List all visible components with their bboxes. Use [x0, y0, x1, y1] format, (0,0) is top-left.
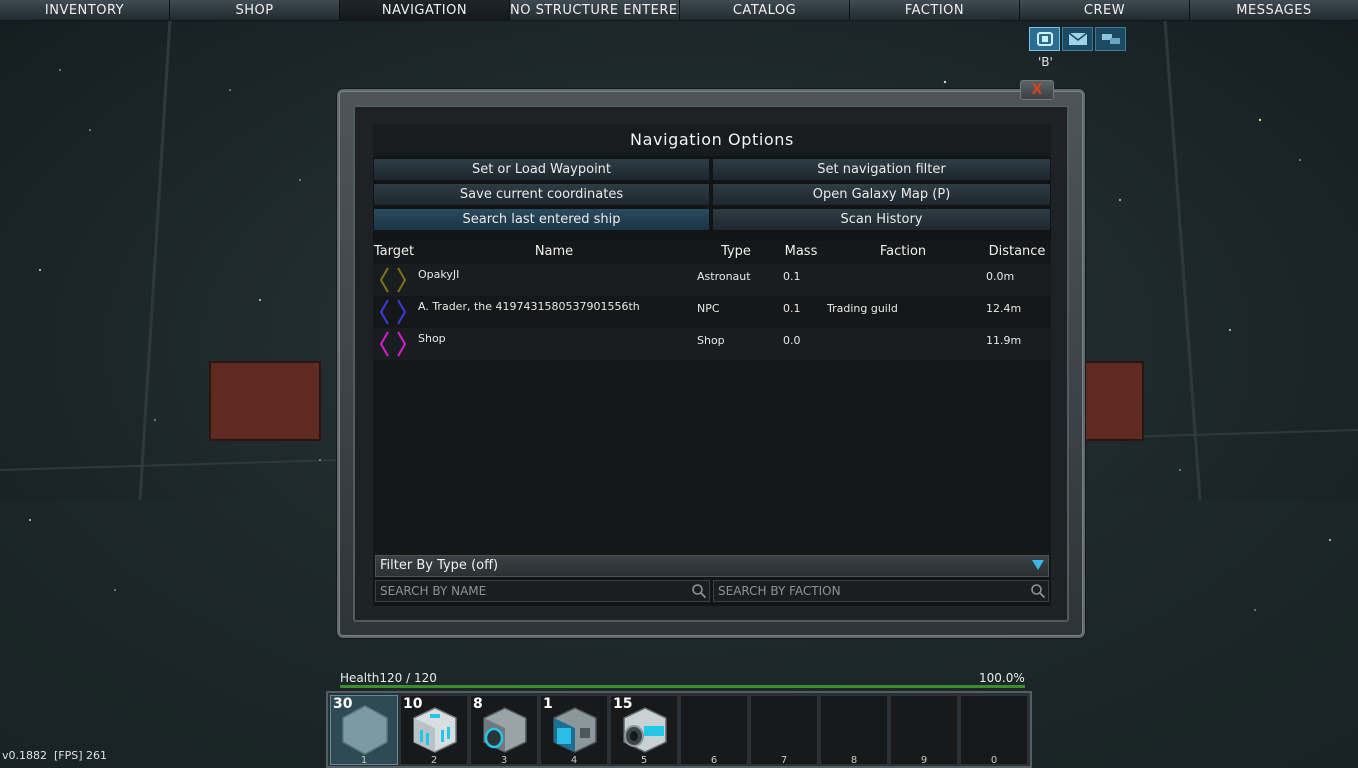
chat-button[interactable]	[1029, 27, 1060, 51]
health-bar-fill	[340, 685, 1025, 688]
set-navigation-filter-button[interactable]: Set navigation filter	[712, 158, 1051, 181]
table-row[interactable]: Shop Shop 0.0 11.9m	[373, 328, 1051, 360]
mail-button[interactable]	[1062, 27, 1093, 51]
column-header-type[interactable]: Type	[693, 243, 779, 261]
search-by-name-input[interactable]	[376, 581, 709, 601]
hotbar-slot-4[interactable]: 1 4	[540, 695, 608, 766]
transfer-icon	[1101, 34, 1120, 44]
slot-count: 15	[613, 696, 633, 712]
row-mass: 0.1	[783, 270, 801, 283]
hotbar-slot-7[interactable]: 7	[750, 695, 818, 766]
slot-number: 1	[360, 755, 368, 766]
panel-title: Navigation Options	[373, 124, 1051, 156]
tab-faction[interactable]: FACTION	[850, 0, 1020, 21]
row-distance: 11.9m	[986, 334, 1022, 347]
dropdown-arrow-icon	[1032, 560, 1044, 570]
row-name: Shop	[418, 332, 446, 345]
slot-number: 0	[990, 755, 998, 766]
hotbar: 30 1 10 2 8 3 1 4 15 5 6 7 8 9 0	[326, 691, 1032, 768]
version-label: v0.1882	[2, 749, 47, 762]
hotbar-slot-9[interactable]: 9	[890, 695, 958, 766]
hotbar-slot-5[interactable]: 15 5	[610, 695, 678, 766]
row-mass: 0.0	[783, 334, 801, 347]
search-by-faction-field	[713, 580, 1049, 602]
filter-label: Filter By Type (off)	[380, 558, 499, 573]
search-last-ship-button[interactable]: Search last entered ship	[373, 208, 710, 231]
column-header-faction[interactable]: Faction	[823, 243, 983, 261]
slot-count: 30	[333, 696, 353, 712]
version-fps-readout: v0.1882 [FPS] 261	[2, 749, 107, 762]
set-load-waypoint-button[interactable]: Set or Load Waypoint	[373, 158, 710, 181]
row-mass: 0.1	[783, 302, 801, 315]
column-header-name[interactable]: Name	[415, 243, 693, 261]
close-button[interactable]: X	[1020, 80, 1054, 100]
search-by-faction-input[interactable]	[714, 581, 1048, 601]
quick-icon-hint: 'B'	[1038, 55, 1053, 69]
column-header-target[interactable]: Target	[373, 243, 415, 261]
row-type: Shop	[697, 334, 725, 347]
tab-structure[interactable]: NO STRUCTURE ENTERED	[510, 0, 680, 21]
save-coordinates-button[interactable]: Save current coordinates	[373, 183, 710, 206]
transfer-button[interactable]	[1095, 27, 1126, 51]
slot-count: 1	[543, 696, 553, 712]
slot-count: 8	[473, 696, 483, 712]
search-icon[interactable]	[1030, 583, 1046, 599]
tab-navigation[interactable]: NAVIGATION	[340, 0, 510, 21]
scan-history-button[interactable]: Scan History	[712, 208, 1051, 231]
row-name: OpakyJI	[418, 268, 460, 281]
search-icon[interactable]	[691, 583, 707, 599]
slot-number: 9	[920, 755, 928, 766]
filter-type-dropdown[interactable]: Filter By Type (off)	[375, 555, 1049, 577]
target-bracket-icon	[379, 299, 407, 325]
column-header-mass[interactable]: Mass	[779, 243, 823, 261]
open-galaxy-map-button[interactable]: Open Galaxy Map (P)	[712, 183, 1051, 206]
health-percent: 100.0%	[979, 671, 1025, 685]
slot-number: 2	[430, 755, 438, 766]
slot-count: 10	[403, 696, 423, 712]
tab-catalog[interactable]: CATALOG	[680, 0, 850, 21]
tab-shop[interactable]: SHOP	[170, 0, 340, 21]
hotbar-slot-2[interactable]: 10 2	[400, 695, 468, 766]
row-type: NPC	[697, 302, 720, 315]
thruster-block-icon	[483, 707, 527, 753]
chat-icon	[1036, 32, 1053, 46]
hotbar-slot-8[interactable]: 8	[820, 695, 888, 766]
slot-number: 8	[850, 755, 858, 766]
row-distance: 12.4m	[986, 302, 1022, 315]
tab-messages[interactable]: MESSAGES	[1190, 0, 1358, 21]
slot-number: 4	[570, 755, 578, 766]
target-bracket-icon	[379, 331, 407, 357]
slot-number: 7	[780, 755, 788, 766]
row-name: A. Trader, the 4197431580537901556th	[418, 300, 640, 313]
row-faction: Trading guild	[827, 302, 898, 315]
tab-crew[interactable]: CREW	[1020, 0, 1190, 21]
search-by-name-field	[375, 580, 710, 602]
row-distance: 0.0m	[986, 270, 1015, 283]
row-type: Astronaut	[697, 270, 751, 283]
slot-number: 3	[500, 755, 508, 766]
health-bar	[340, 685, 1025, 688]
quick-icons	[1029, 27, 1126, 51]
tab-inventory[interactable]: INVENTORY	[0, 0, 170, 21]
fps-label: [FPS] 261	[54, 749, 108, 762]
table-row[interactable]: OpakyJI Astronaut 0.1 0.0m	[373, 264, 1051, 296]
core-block-icon	[553, 707, 597, 753]
table-row[interactable]: A. Trader, the 4197431580537901556th NPC…	[373, 296, 1051, 328]
slot-number: 5	[640, 755, 648, 766]
slot-number: 6	[710, 755, 718, 766]
mail-icon	[1068, 32, 1087, 45]
main-menu-bar: INVENTORY SHOP NAVIGATION NO STRUCTURE E…	[0, 0, 1358, 22]
health-label: Health120 / 120	[340, 671, 437, 685]
hotbar-slot-6[interactable]: 6	[680, 695, 748, 766]
navigation-content: Navigation Options Set or Load Waypoint …	[373, 124, 1051, 606]
hotbar-slot-1[interactable]: 30 1	[330, 695, 398, 766]
target-bracket-icon	[379, 267, 407, 293]
hotbar-slot-3[interactable]: 8 3	[470, 695, 538, 766]
hotbar-slot-0[interactable]: 0	[960, 695, 1028, 766]
column-header-distance[interactable]: Distance	[983, 243, 1051, 261]
